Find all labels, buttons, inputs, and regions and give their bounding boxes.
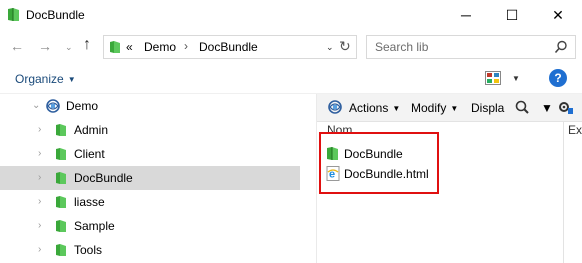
view-options-icon[interactable] (485, 71, 501, 88)
up-button[interactable]: ↑ (83, 36, 91, 54)
tree-item-sample[interactable]: › Sample (0, 214, 300, 238)
search-icon[interactable] (554, 40, 568, 57)
tree-item-client[interactable]: › Client (0, 142, 300, 166)
minimize-icon: ─ (461, 7, 471, 23)
settings-icon[interactable] (557, 99, 573, 118)
expander-closed-icon[interactable]: › (38, 196, 41, 207)
close-button[interactable]: ✕ (535, 0, 581, 30)
highlight-box (319, 132, 439, 194)
tree-item-label: Client (74, 147, 105, 161)
up-arrow-icon: ↑ (83, 36, 91, 53)
search-box[interactable] (366, 35, 576, 59)
breadcrumb-separator[interactable]: › (184, 39, 188, 53)
display-menu[interactable]: Displa (471, 101, 504, 115)
view-options-caret-icon[interactable]: ▼ (512, 74, 520, 83)
tree-item-demo[interactable]: ⌄ Demo (0, 94, 300, 118)
column-divider[interactable] (563, 122, 564, 263)
modify-label: Modify (411, 101, 447, 115)
green-folder-icon (109, 40, 121, 57)
green-folder-icon (55, 147, 67, 164)
tree-item-label: Tools (74, 243, 103, 257)
breadcrumb-docbundle[interactable]: DocBundle (199, 40, 258, 54)
tree-item-docbundle[interactable]: › DocBundle (0, 166, 300, 190)
green-folder-icon (55, 123, 67, 140)
search-input[interactable] (375, 40, 545, 54)
breadcrumb-demo[interactable]: Demo (144, 40, 176, 54)
tree-item-admin[interactable]: › Admin (0, 118, 300, 142)
title-bar: DocBundle ─ ☐ ✕ (0, 0, 582, 30)
library-icon (45, 98, 61, 117)
expander-closed-icon[interactable]: › (38, 148, 41, 159)
help-button[interactable]: ? (549, 69, 567, 87)
green-folder-icon (55, 219, 67, 236)
zoom-icon[interactable] (515, 100, 529, 117)
column-header-ext[interactable]: Ex (568, 123, 582, 143)
navigation-pane: ⌄ Demo › Admin › Client › DocBundle › li… (0, 94, 316, 263)
green-folder-icon (7, 7, 21, 25)
address-overflow[interactable]: « (126, 40, 133, 54)
chevron-down-icon: ⌄ (65, 42, 73, 52)
close-icon: ✕ (552, 6, 564, 23)
command-bar: Organize ▼ ▼ ? (0, 64, 582, 94)
library-icon (327, 99, 343, 118)
address-row: ← → ⌄ ↑ « Demo › DocBundle ⌄ ↻ (0, 30, 582, 64)
back-arrow-icon: ← (10, 38, 24, 54)
tree-item-label: Admin (74, 123, 109, 137)
caret-down-icon[interactable]: ▼ (541, 101, 553, 115)
expander-open-icon[interactable]: ⌄ (32, 100, 40, 111)
forward-button[interactable]: → (38, 38, 52, 54)
actions-label: Actions (349, 101, 389, 115)
tree-item-label: DocBundle (74, 171, 133, 185)
tree-item-label: Sample (74, 219, 115, 233)
window-title: DocBundle (26, 8, 85, 22)
maximize-icon: ☐ (505, 6, 519, 23)
tree-item-label: liasse (74, 195, 105, 209)
tree-item-tools[interactable]: › Tools (0, 238, 300, 262)
minimize-button[interactable]: ─ (443, 0, 489, 30)
caret-down-icon: ▼ (392, 104, 401, 113)
display-label: Displa (471, 101, 505, 115)
maximize-button[interactable]: ☐ (489, 0, 535, 30)
caret-down-icon: ▼ (67, 75, 76, 84)
address-bar[interactable]: « Demo › DocBundle ⌄ ↻ (103, 35, 357, 59)
organize-label: Organize (15, 72, 64, 86)
tree-item-liasse[interactable]: › liasse (0, 190, 300, 214)
expander-closed-icon[interactable]: › (38, 124, 41, 135)
expander-closed-icon[interactable]: › (38, 244, 41, 255)
green-folder-icon (55, 171, 67, 188)
address-dropdown-icon[interactable]: ⌄ (326, 42, 334, 53)
expander-closed-icon[interactable]: › (38, 220, 41, 231)
expander-closed-icon[interactable]: › (38, 172, 41, 183)
caret-down-icon: ▼ (450, 104, 459, 113)
content-toolbar: Actions ▼ Modify ▼ Displa ▼ (317, 94, 582, 122)
recent-locations-button[interactable]: ⌄ (65, 42, 73, 53)
refresh-icon[interactable]: ↻ (339, 38, 351, 55)
forward-arrow-icon: → (38, 38, 52, 54)
actions-menu[interactable]: Actions ▼ (349, 101, 400, 115)
organize-button[interactable]: Organize ▼ (15, 72, 76, 86)
green-folder-icon (55, 195, 67, 212)
modify-menu[interactable]: Modify ▼ (411, 101, 458, 115)
tree-item-label: Demo (66, 99, 99, 113)
back-button[interactable]: ← (10, 38, 24, 54)
green-folder-icon (55, 243, 67, 260)
